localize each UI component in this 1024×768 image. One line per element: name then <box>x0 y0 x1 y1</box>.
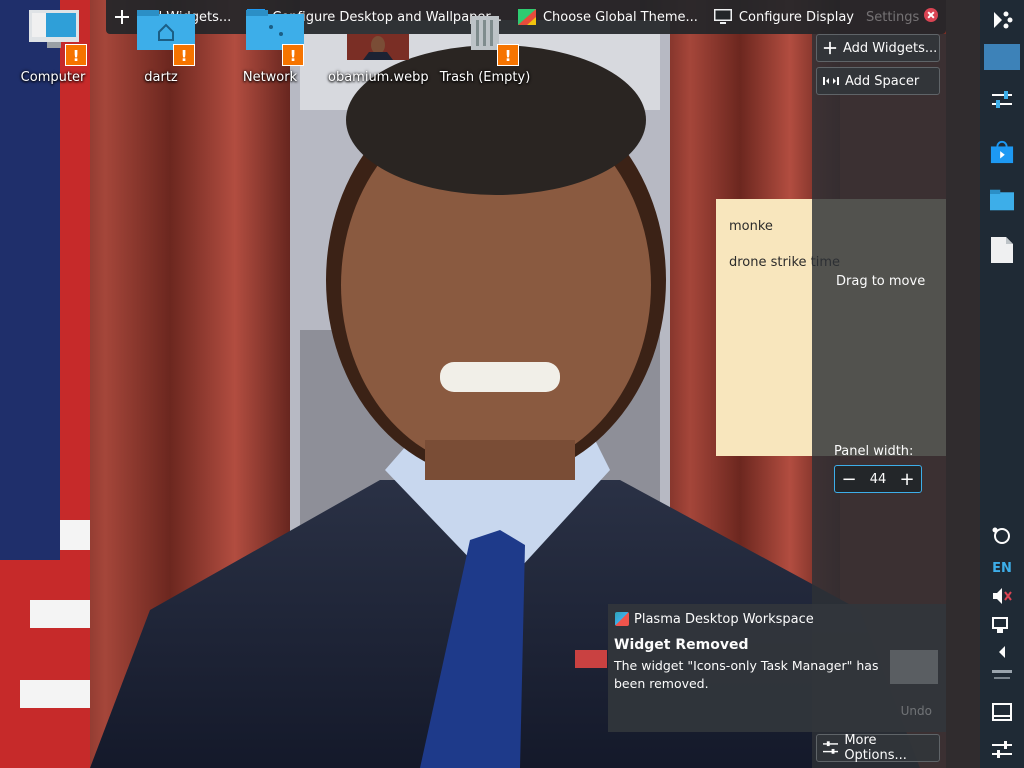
warning-badge: ! <box>497 44 519 66</box>
spacer-icon <box>823 77 839 85</box>
plasma-app-icon <box>615 612 629 626</box>
more-options-label: More Options... <box>844 733 907 763</box>
panel-config-edge <box>946 0 980 768</box>
warning-badge: ! <box>173 44 195 66</box>
pager-active-desktop[interactable] <box>984 44 1020 70</box>
volume-muted-icon[interactable] <box>990 584 1014 608</box>
close-icon[interactable] <box>924 8 938 22</box>
desktop-icon-label: dartz <box>144 70 178 85</box>
notification-title: Widget Removed <box>614 637 749 653</box>
toolbar-global-theme-button[interactable]: Choose Global Theme... <box>510 2 706 32</box>
network-wired-icon[interactable] <box>990 614 1014 638</box>
more-options-button[interactable]: More Options... <box>816 733 940 763</box>
warning-badge: ! <box>282 44 304 66</box>
toolbar-global-theme-label: Choose Global Theme... <box>542 9 698 25</box>
text-editor-icon[interactable] <box>990 237 1014 263</box>
add-spacer-button[interactable]: Add Spacer <box>816 67 940 95</box>
application-launcher-icon[interactable] <box>990 8 1014 32</box>
add-widgets-button[interactable]: Add Widgets... <box>816 34 940 62</box>
desktop-icon-dartz[interactable]: ! dartz <box>111 10 211 85</box>
desktop-icon-trash[interactable]: ! Trash (Empty) <box>435 10 535 85</box>
desktop-icon-label: Computer <box>20 70 86 85</box>
gamepad-icon[interactable] <box>990 524 1014 548</box>
warning-badge: ! <box>65 44 87 66</box>
undo-button[interactable]: Undo <box>901 704 932 718</box>
panel-width-label: Panel width: <box>834 444 914 459</box>
display-icon <box>713 9 732 24</box>
plus-icon <box>823 41 837 55</box>
show-desktop-icon[interactable] <box>990 700 1014 724</box>
notification-body: The widget "Icons-only Task Manager" has… <box>614 658 879 691</box>
desktop-icon-network[interactable]: ! Network <box>220 10 320 85</box>
image-thumbnail-icon <box>347 10 409 60</box>
add-spacer-label: Add Spacer <box>845 73 920 89</box>
panel-width-value: 44 <box>869 471 887 487</box>
digital-clock[interactable] <box>990 664 1014 688</box>
add-widgets-label: Add Widgets... <box>843 40 938 56</box>
toolbar-configure-display-button[interactable]: Configure Display <box>706 2 862 32</box>
trash-icon: ! <box>461 10 519 66</box>
desktop-icon-label: obamium.webp <box>328 70 429 85</box>
notification-app-name: Plasma Desktop Workspace <box>634 612 814 627</box>
keyboard-layout-indicator[interactable]: EN <box>990 556 1014 580</box>
home-folder-icon: ! <box>137 10 195 66</box>
file-manager-icon[interactable] <box>990 188 1014 212</box>
desktop-icon-computer[interactable]: ! Computer <box>3 10 103 85</box>
note-line: monke <box>729 219 773 234</box>
discover-store-icon[interactable] <box>990 140 1014 164</box>
decrease-width-button[interactable]: − <box>835 466 863 492</box>
settings-sliders-icon <box>823 741 839 754</box>
computer-icon: ! <box>29 10 87 66</box>
panel-settings-icon[interactable] <box>990 738 1014 762</box>
toolbar-truncated-label: Settings <box>865 9 920 25</box>
system-settings-icon[interactable] <box>990 88 1014 112</box>
desktop-icon-label: Network <box>242 70 298 85</box>
panel-width-spinbox[interactable]: − 44 + <box>834 465 922 493</box>
increase-width-button[interactable]: + <box>893 466 921 492</box>
toolbar-configure-display-label: Configure Display <box>738 9 854 25</box>
notification-preview-image <box>890 650 938 684</box>
desktop-icon-label: Trash (Empty) <box>439 70 531 85</box>
drag-to-move-handle[interactable]: Drag to move <box>836 274 925 289</box>
desktop-icon-obamium[interactable]: obamium.webp <box>328 10 429 85</box>
expand-tray-arrow-icon[interactable] <box>990 640 1014 664</box>
network-folder-icon: ! <box>246 10 304 66</box>
notification-popup[interactable]: Plasma Desktop Workspace Widget Removed … <box>608 604 946 732</box>
right-panel: EN <box>980 0 1024 768</box>
